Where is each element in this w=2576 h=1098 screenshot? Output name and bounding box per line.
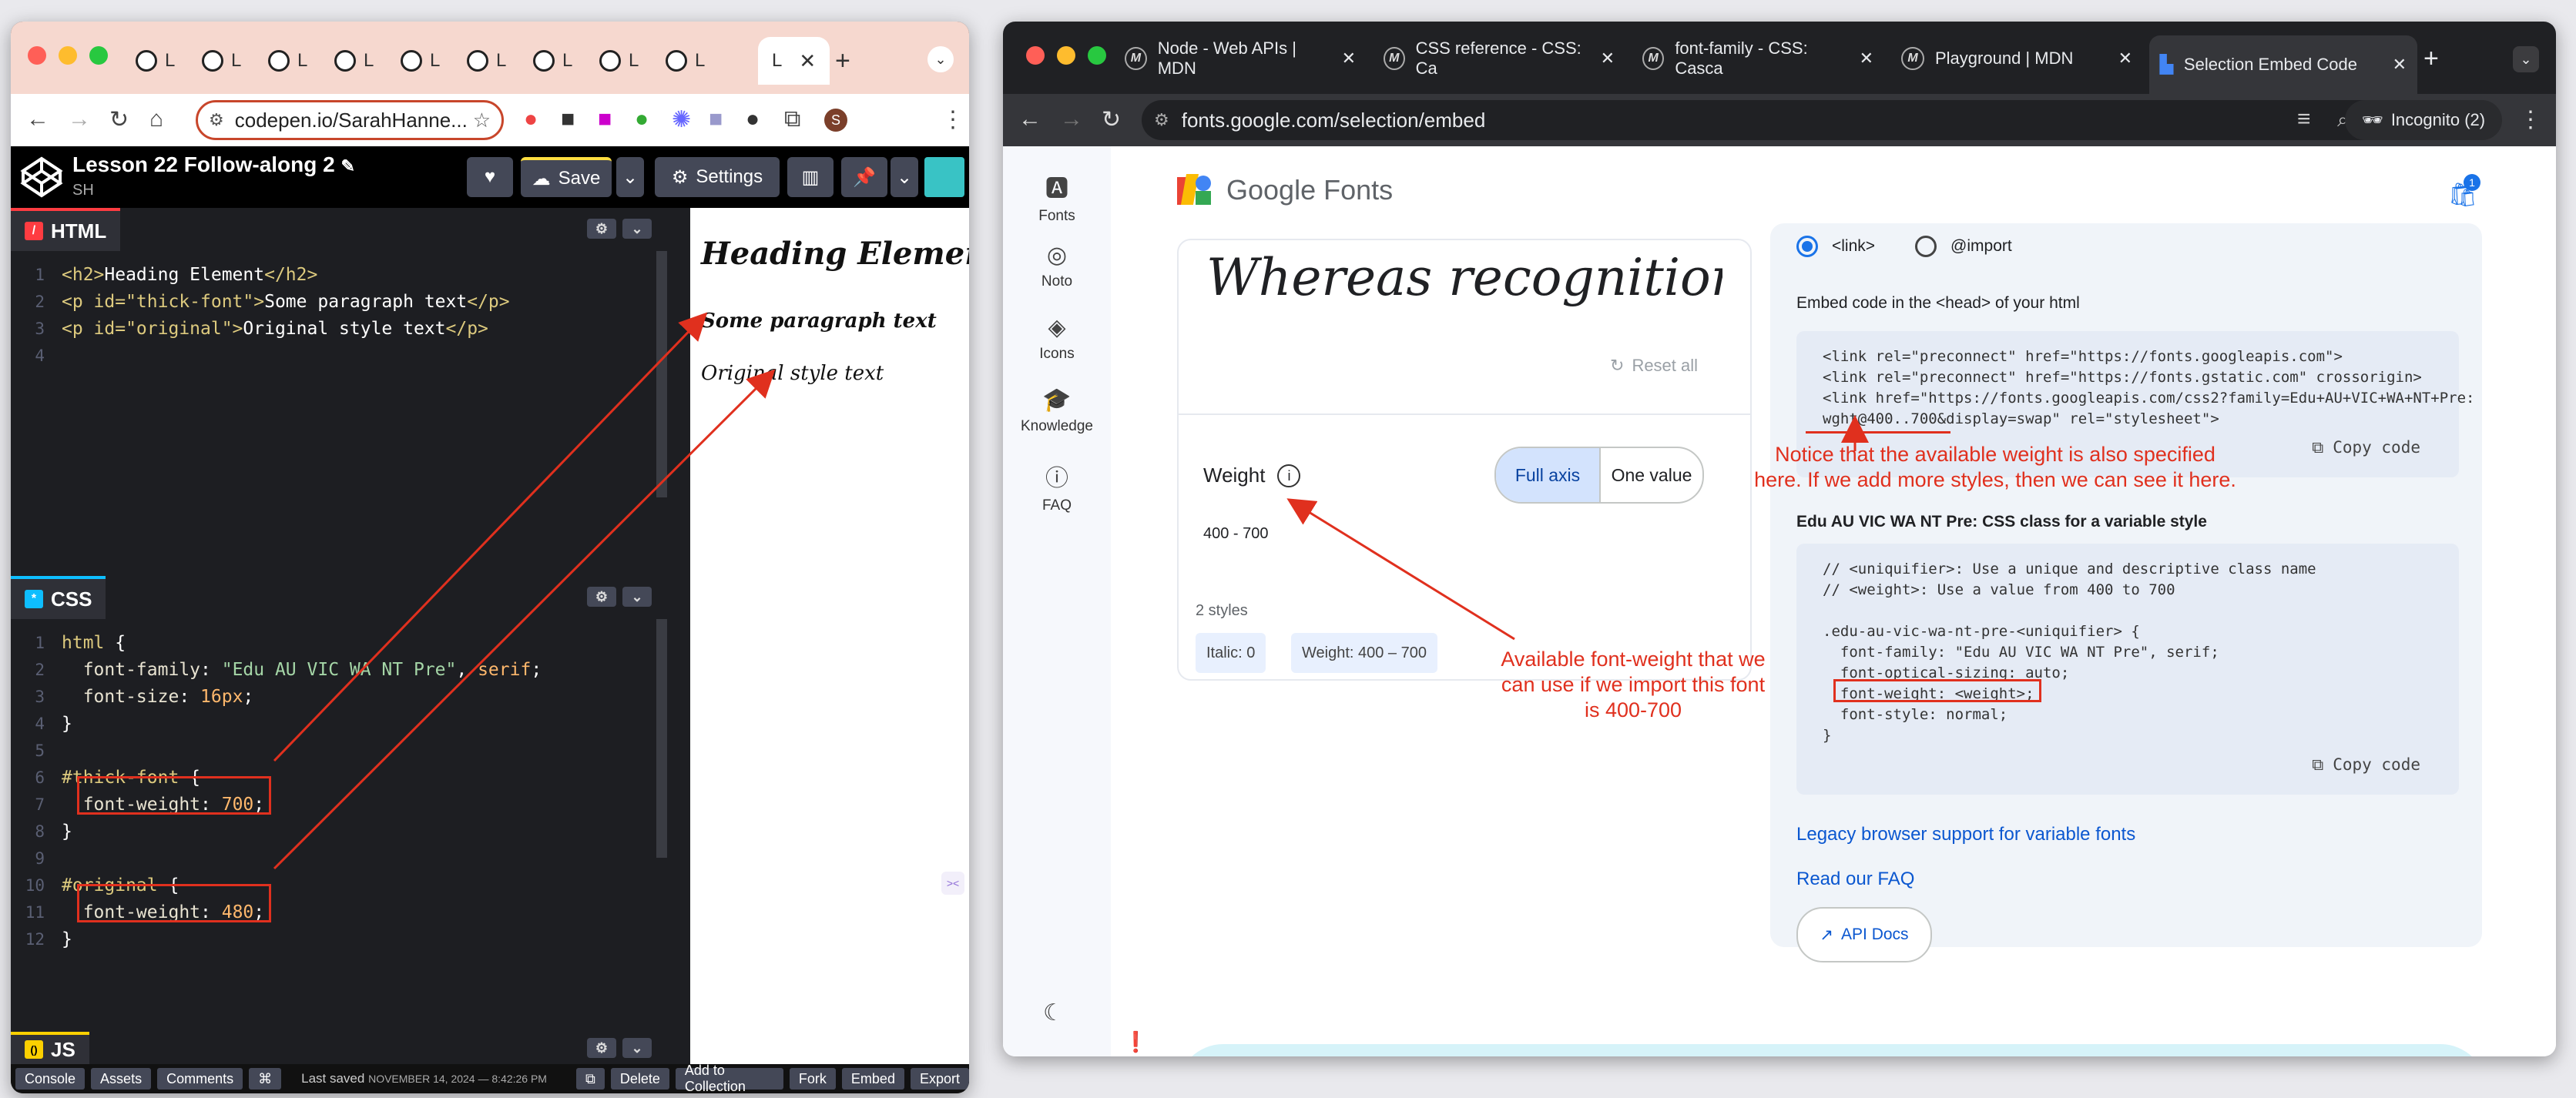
annotation-arrows <box>273 312 1869 870</box>
arrow-original-font <box>273 369 776 870</box>
arrow-thick-font <box>273 312 708 762</box>
arrow-weight-range <box>1286 498 1515 641</box>
